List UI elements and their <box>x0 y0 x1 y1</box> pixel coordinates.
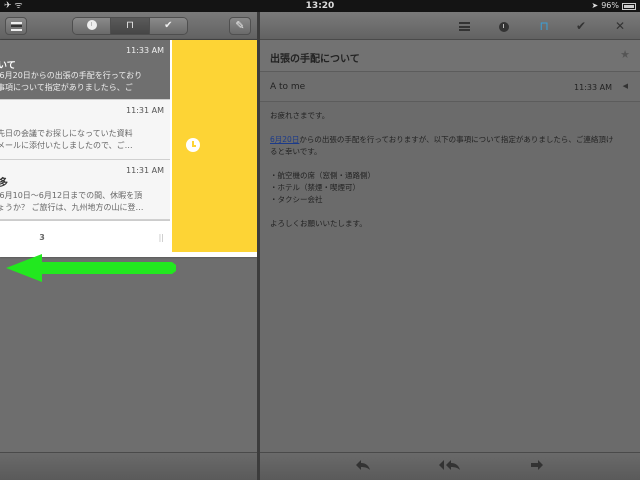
close-icon: ✕ <box>614 19 626 33</box>
menu-button[interactable] <box>5 17 27 35</box>
mailbox-segmented-control: ⊓ ✔ <box>72 17 188 35</box>
reply-all-button[interactable] <box>438 459 462 474</box>
clock-icon <box>186 138 200 152</box>
message-bottom-bar <box>260 452 640 480</box>
list-item[interactable]: 11:33 AM いて 6月20日からの出張の手配を行っており 事項について指定… <box>0 40 170 100</box>
forward-button[interactable] <box>530 459 544 474</box>
battery-icon <box>622 2 636 10</box>
list-item-preview: 6月10日～6月12日までの間、休暇を頂 ょうか？ ご旅行は、九州地方の山に登… <box>0 191 144 212</box>
body-text: ると幸いです。 <box>270 147 322 156</box>
message-panel: ⊓ ✔ ✕ 出張の手配について ★ A to me 11:33 AM ◀ お疲れ… <box>260 12 640 480</box>
message-time: 11:33 AM <box>574 83 612 92</box>
tab-later[interactable] <box>73 18 112 34</box>
location-icon: ➤ <box>591 1 599 10</box>
reply-all-icon <box>439 460 460 470</box>
app-root: ✈ ᯤ 13:20 ➤ 96% ⊓ ✔ ✎ 11:33 AM いて 6月20日か… <box>0 0 640 480</box>
list-icon <box>458 22 470 31</box>
bullet-item: ・航空機の席（窓側・通路側） <box>270 171 375 180</box>
inbox-icon: ⊓ <box>126 20 134 31</box>
status-bar: ✈ ᯤ 13:20 ➤ 96% <box>0 0 640 12</box>
body-greeting: お疲れさまです。 <box>270 111 330 120</box>
done-button[interactable]: ✔ <box>571 17 591 35</box>
forward-icon <box>531 460 543 470</box>
list-item-time: 11:31 AM <box>126 106 164 115</box>
swiping-mail-card[interactable]: 11:33 AM いて 6月20日からの出張の手配を行っており 事項について指定… <box>0 40 262 257</box>
drag-handle-icon[interactable]: || <box>159 233 164 242</box>
list-item-preview: 6月20日からの出張の手配を行っており 事項について指定がありましたら、ご <box>0 71 143 92</box>
mail-list: 11:33 AM いて 6月20日からの出張の手配を行っており 事項について指定… <box>0 40 170 220</box>
message-toolbar: ⊓ ✔ ✕ <box>260 12 640 40</box>
mail-count: 3 <box>39 233 45 242</box>
message-subject: 出張の手配について <box>270 54 360 65</box>
list-item-subject: 多 <box>0 178 8 189</box>
list-item-time: 11:31 AM <box>126 166 164 175</box>
list-toolbar: ⊓ ✔ ✎ <box>0 12 257 40</box>
list-item-time: 11:33 AM <box>126 46 164 55</box>
check-icon: ✔ <box>164 20 173 31</box>
inbox-icon: ⊓ <box>539 19 549 33</box>
body-bullets: ・航空機の席（窓側・通路側） ・ホテル（禁煙・喫煙可） ・タクシー会社 <box>270 170 630 206</box>
close-button[interactable]: ✕ <box>610 17 630 35</box>
check-icon: ✔ <box>575 19 587 33</box>
clock-icon <box>86 20 97 30</box>
list-menu-button[interactable] <box>454 17 474 35</box>
body-closing: よろしくお願いいたします。 <box>270 219 367 228</box>
body-text: からの出張の手配を行っておりますが、以下の事項について指定がありましたら、ご連絡… <box>299 135 614 144</box>
star-icon[interactable]: ★ <box>620 48 630 61</box>
archive-button[interactable]: ⊓ <box>534 17 554 35</box>
later-button[interactable] <box>494 17 514 35</box>
sender-bar[interactable]: A to me 11:33 AM ◀ <box>260 72 640 102</box>
compose-button[interactable]: ✎ <box>229 17 251 35</box>
tab-inbox[interactable]: ⊓ <box>111 18 150 34</box>
reply-icon <box>356 460 370 470</box>
subject-bar: 出張の手配について ★ <box>260 40 640 72</box>
sender: A to me <box>270 82 306 92</box>
date-link[interactable]: 6月20日 <box>270 135 299 144</box>
swipe-left-arrow-icon <box>6 254 176 282</box>
list-bottom-bar <box>0 452 257 480</box>
status-time: 13:20 <box>305 1 335 11</box>
compose-icon: ✎ <box>235 19 245 32</box>
body-paragraph: 6月20日からの出張の手配を行っておりますが、以下の事項について指定がありました… <box>270 134 630 158</box>
message-body: お疲れさまです。 6月20日からの出張の手配を行っておりますが、以下の事項につい… <box>270 110 630 242</box>
bullet-item: ・タクシー会社 <box>270 195 323 204</box>
tab-done[interactable]: ✔ <box>149 18 187 34</box>
expand-triangle-icon[interactable]: ◀ <box>623 82 628 90</box>
menu-icon <box>10 21 22 31</box>
list-item[interactable]: 11:31 AM 先日の会議でお探しになっていた資料 メールに添付いたしましたの… <box>0 100 170 160</box>
later-swipe-action[interactable] <box>172 40 262 252</box>
battery-percent: 96% <box>601 1 619 10</box>
list-item-preview: 先日の会議でお探しになっていた資料 メールに添付いたしましたので、ご… <box>0 129 133 150</box>
bullet-item: ・ホテル（禁煙・喫煙可） <box>270 183 360 192</box>
clock-icon <box>499 21 509 32</box>
list-item[interactable]: 11:31 AM 多 6月10日～6月12日までの間、休暇を頂 ょうか？ ご旅行… <box>0 160 170 220</box>
reply-button[interactable] <box>355 459 371 474</box>
